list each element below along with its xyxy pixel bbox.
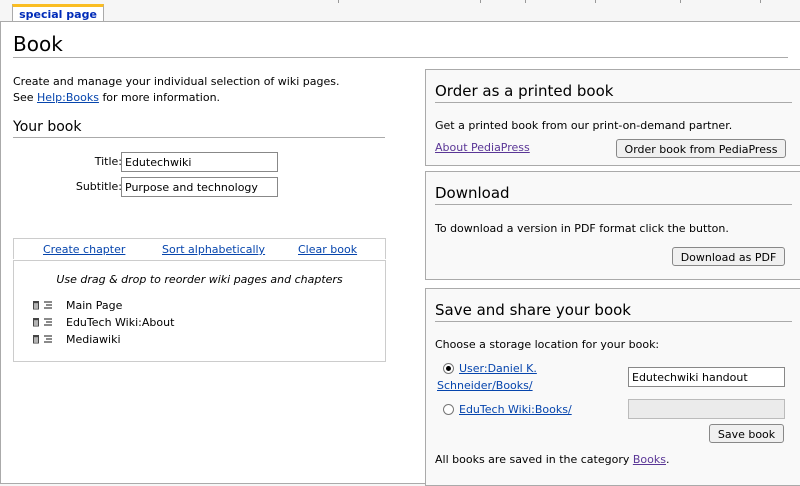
clear-book-link[interactable]: Clear book: [298, 243, 357, 256]
list-item-label: EduTech Wiki:About: [66, 316, 175, 329]
page-title: Book: [13, 32, 63, 56]
intro-line: Create and manage your individual select…: [13, 75, 340, 88]
content-area: Book Create and manage your individual s…: [0, 21, 800, 486]
top-edge-mark: [525, 0, 526, 3]
drag-handle-icon[interactable]: [43, 300, 53, 310]
save-footer: All books are saved in the category Book…: [435, 453, 669, 466]
save-text: Choose a storage location for your book:: [435, 338, 660, 351]
drag-drop-hint: Use drag & drop to reorder wiki pages an…: [56, 273, 343, 286]
book-items-box: Use drag & drop to reorder wiki pages an…: [13, 260, 386, 362]
download-pdf-button[interactable]: Download as PDF: [672, 247, 785, 266]
list-item-label: Main Page: [66, 299, 123, 312]
top-edge-mark: [480, 0, 481, 3]
order-heading: Order as a printed book: [435, 82, 792, 103]
top-edge-mark: [680, 0, 681, 3]
top-edge-mark: [595, 0, 596, 3]
subtitle-row: Subtitle:: [13, 177, 278, 197]
order-text: Get a printed book from our print-on-dem…: [435, 119, 733, 132]
intro-text: Create and manage your individual select…: [13, 74, 339, 106]
chapter-toolbar: Create chapter Sort alphabetically Clear…: [13, 238, 386, 259]
create-chapter-link[interactable]: Create chapter: [43, 243, 125, 256]
intro-help-line: See Help:Books for more information.: [13, 90, 339, 106]
sort-alphabetically-link[interactable]: Sort alphabetically: [162, 243, 265, 256]
trash-icon[interactable]: [31, 300, 41, 310]
intro-after: for more information.: [102, 91, 221, 104]
list-item-label: Mediawiki: [66, 333, 121, 346]
drag-handle-icon[interactable]: [43, 334, 53, 344]
community-location-link[interactable]: EduTech Wiki:Books/: [459, 403, 572, 416]
user-location-link[interactable]: User:Daniel K.: [459, 362, 537, 375]
subtitle-input[interactable]: [121, 177, 278, 197]
top-edge-mark: [338, 0, 344, 3]
title-divider: [13, 57, 788, 58]
title-row: Title:: [13, 152, 278, 172]
trash-icon[interactable]: [31, 317, 41, 327]
community-book-name-input: [628, 399, 785, 419]
title-input[interactable]: [121, 152, 278, 172]
download-panel: Download To download a version in PDF fo…: [425, 171, 800, 280]
save-footer-period: .: [665, 453, 670, 466]
download-text: To download a version in PDF format clic…: [435, 222, 729, 235]
top-edge-mark: [760, 0, 761, 3]
order-panel: Order as a printed book Get a printed bo…: [425, 69, 800, 166]
order-book-button[interactable]: Order book from PediaPress: [616, 139, 786, 158]
user-book-name-input[interactable]: [628, 367, 785, 387]
title-label: Title:: [94, 155, 122, 168]
save-footer-text: All books are saved in the category: [435, 453, 630, 466]
about-pediapress-link[interactable]: About PediaPress: [435, 141, 530, 154]
save-book-button[interactable]: Save book: [709, 424, 784, 443]
trash-icon[interactable]: [31, 334, 41, 344]
community-location-radio[interactable]: [443, 404, 454, 415]
subtitle-label: Subtitle:: [75, 180, 122, 193]
help-books-link[interactable]: Help:Books: [37, 91, 99, 104]
drag-handle-icon[interactable]: [43, 317, 53, 327]
save-heading: Save and share your book: [435, 301, 792, 322]
download-heading: Download: [435, 184, 792, 205]
your-book-heading: Your book: [13, 119, 385, 138]
user-location-link-line2[interactable]: Schneider/Books/: [437, 379, 533, 392]
books-category-link[interactable]: Books: [633, 453, 666, 466]
intro-see: See: [13, 91, 34, 104]
save-panel: Save and share your book Choose a storag…: [425, 288, 800, 486]
user-location-radio[interactable]: [443, 363, 454, 374]
